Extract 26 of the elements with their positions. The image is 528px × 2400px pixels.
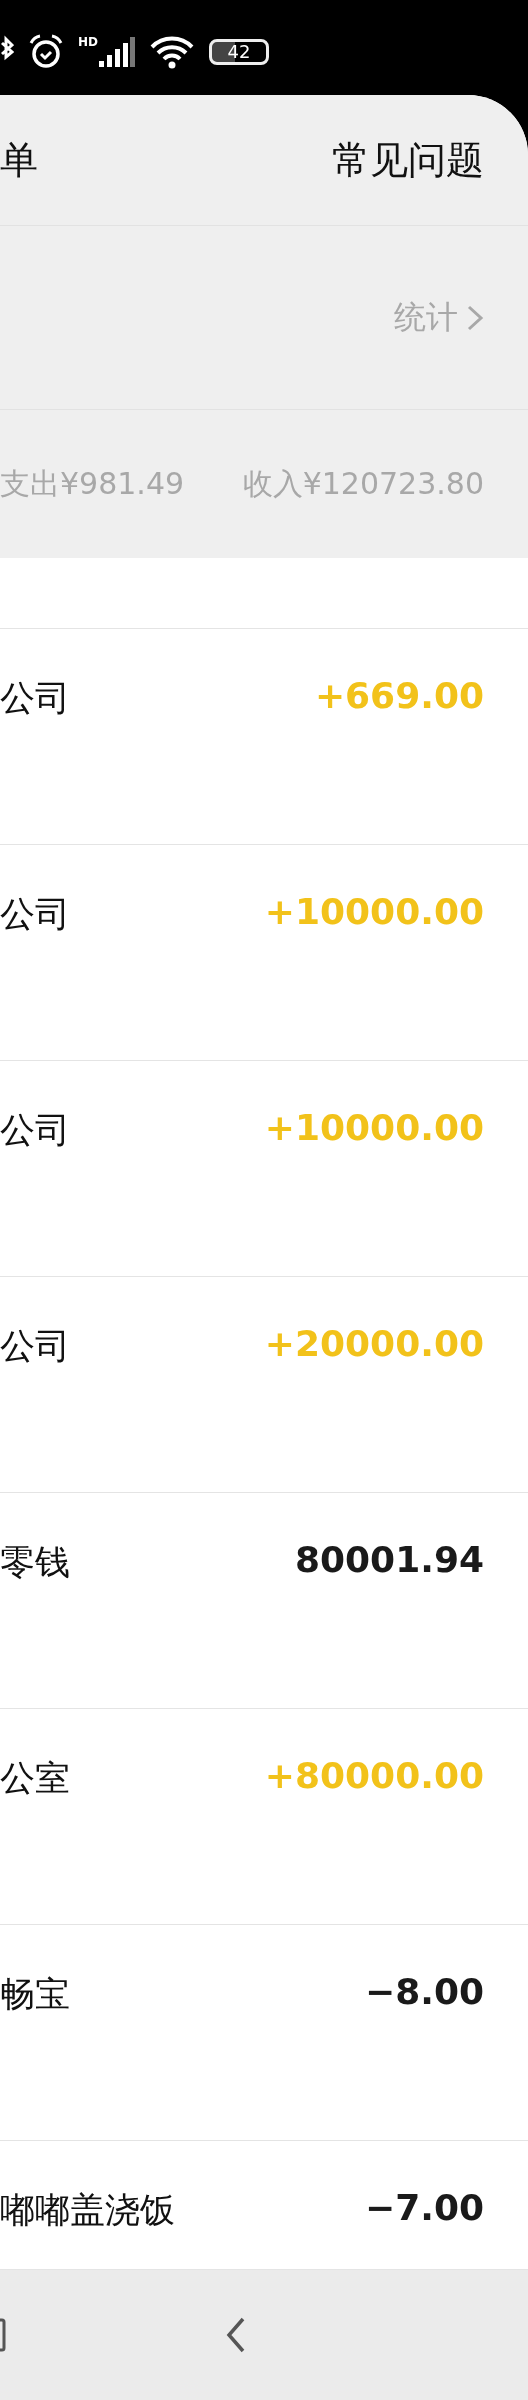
alarm-icon xyxy=(28,33,64,70)
transaction-amount: +80000.00 xyxy=(264,1755,484,1796)
transaction-amount: −8.00 xyxy=(365,1971,484,2012)
transaction-amount: 80001.94 xyxy=(294,1539,484,1580)
signal-icon xyxy=(99,36,135,67)
expense-total: 支出¥981.49 xyxy=(0,464,185,503)
transaction-name[interactable]: 公司 xyxy=(0,891,70,938)
wifi-icon xyxy=(149,34,195,69)
transaction-name[interactable]: 畅宝 xyxy=(0,1971,70,2018)
transaction-amount: −7.00 xyxy=(365,2187,484,2228)
page-title: 单 xyxy=(0,136,38,184)
battery-indicator: 42 xyxy=(209,38,269,65)
income-total: 收入¥120723.80 xyxy=(242,464,484,503)
back-icon[interactable] xyxy=(225,2316,247,2354)
transaction-amount: +669.00 xyxy=(314,675,484,716)
transaction-amount: +10000.00 xyxy=(264,1107,484,1148)
network-label: HD xyxy=(78,34,98,49)
help-link[interactable]: 常见问题 xyxy=(332,134,484,186)
transaction-name[interactable]: 公司 xyxy=(0,1323,70,1370)
transaction-name[interactable]: 零钱 xyxy=(0,1539,70,1586)
transaction-amount: +20000.00 xyxy=(264,1323,484,1364)
transaction-name[interactable]: 公室 xyxy=(0,1755,70,1802)
transaction-amount: +10000.00 xyxy=(264,891,484,932)
transaction-name[interactable]: 公司 xyxy=(0,1107,70,1154)
transaction-name[interactable]: 公司 xyxy=(0,675,70,722)
transaction-name[interactable]: 嘟嘟盖浇饭 xyxy=(0,2187,175,2234)
